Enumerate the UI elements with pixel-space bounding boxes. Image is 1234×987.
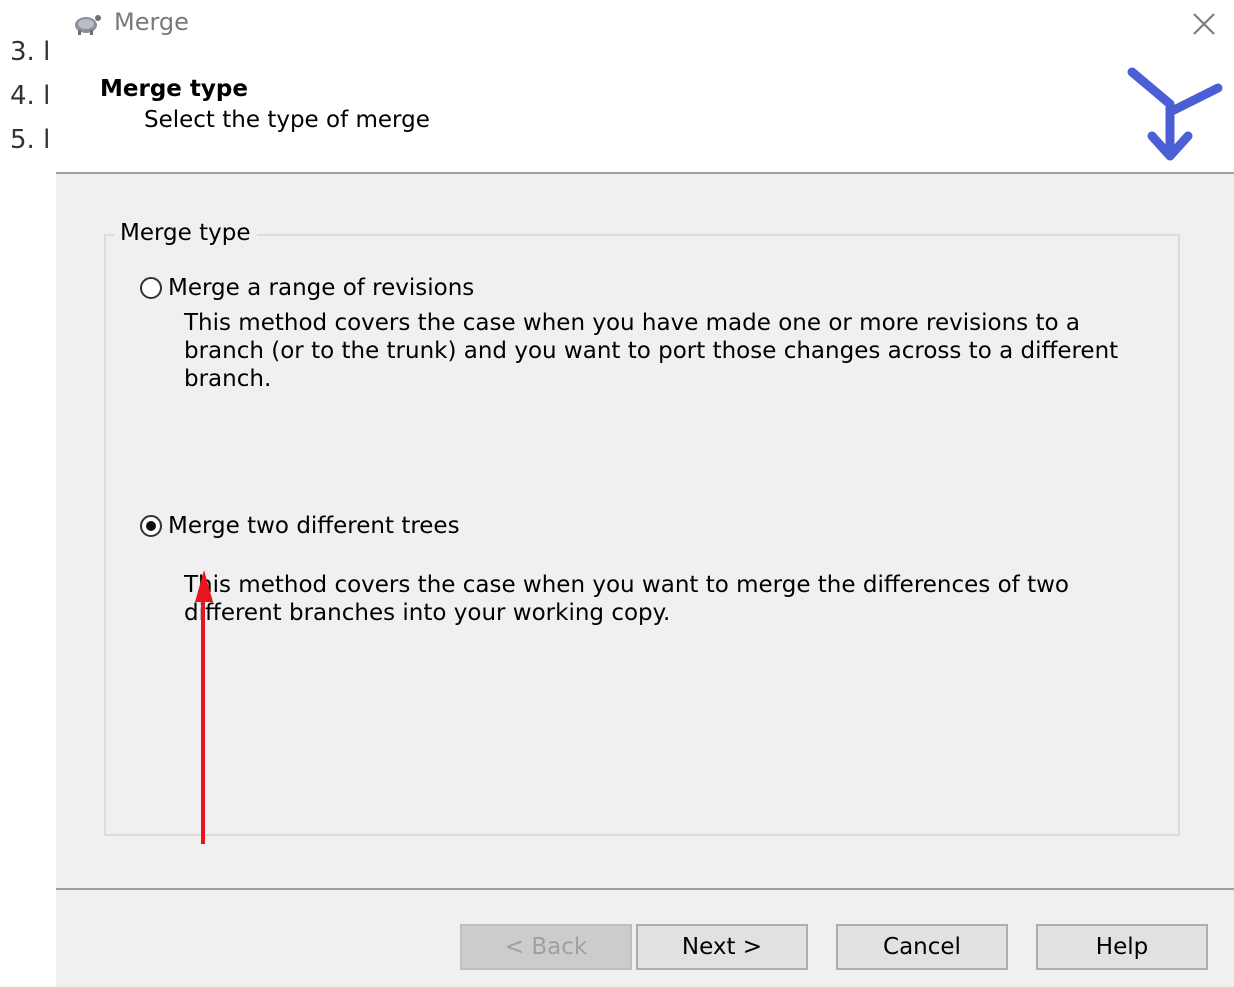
background-list-item: 3. l: [10, 37, 51, 67]
background-list-item: 5. l: [10, 125, 51, 155]
option-description: This method covers the case when you hav…: [184, 310, 1119, 392]
radio-label: Merge two different trees: [168, 513, 460, 539]
radio-merge-two-trees[interactable]: Merge two different trees: [140, 513, 460, 539]
title-bar: Merge: [56, 0, 1234, 50]
red-arrow-icon: [195, 570, 213, 844]
close-icon[interactable]: [1188, 8, 1220, 40]
radio-label: Merge a range of revisions: [168, 275, 475, 301]
background-document-list: 3. l 4. l 5. l: [10, 30, 50, 162]
merge-dialog: Merge Merge type Select the type of merg…: [56, 0, 1234, 987]
background-list-item: 4. l: [10, 81, 51, 111]
merge-arrow-icon: [1127, 67, 1223, 161]
radio-merge-range[interactable]: Merge a range of revisions: [140, 275, 474, 301]
next-button[interactable]: Next >: [636, 924, 808, 970]
help-button[interactable]: Help: [1036, 924, 1208, 970]
wizard-header: Merge type Select the type of merge: [56, 50, 1234, 174]
radio-button-checked[interactable]: [140, 515, 162, 537]
footer-divider: [56, 888, 1234, 890]
group-label: Merge type: [114, 220, 257, 246]
window-title: Merge: [114, 8, 189, 36]
page-title: Merge type: [100, 76, 248, 102]
back-button[interactable]: < Back: [460, 924, 632, 970]
page-subtitle: Select the type of merge: [144, 107, 430, 133]
cancel-button[interactable]: Cancel: [836, 924, 1008, 970]
option-description: This method covers the case when you wan…: [184, 572, 1069, 626]
tortoise-icon: [75, 15, 101, 35]
radio-button[interactable]: [140, 277, 162, 299]
